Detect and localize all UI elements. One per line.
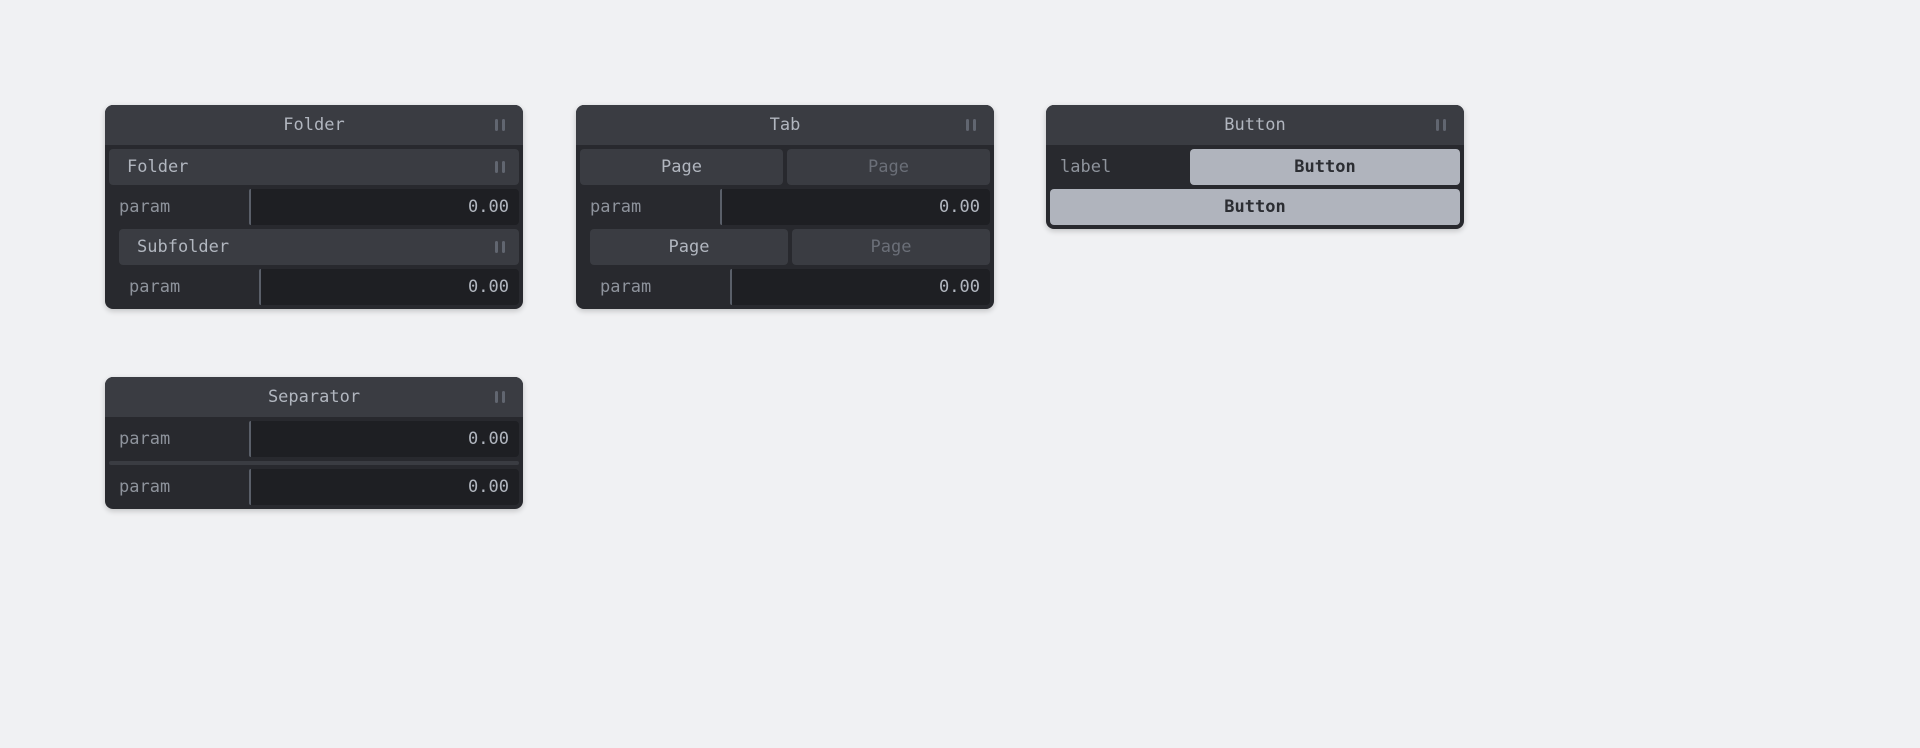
pane-folder-title: Folder (283, 115, 344, 135)
tab-row-2: Page Page (590, 229, 990, 265)
pane-button-title: Button (1224, 115, 1285, 135)
pane-tab: Tab Page Page param 0.00 Page Page param… (576, 105, 994, 309)
tab-label: Page (871, 237, 912, 257)
param-value-text: 0.00 (468, 477, 509, 497)
param-label: param (119, 269, 255, 305)
param-row: param 0.00 (109, 189, 519, 225)
subfolder-header-label: Subfolder (137, 237, 229, 257)
pane-separator-titlebar[interactable]: Separator (105, 377, 523, 417)
param-value-input[interactable]: 0.00 (730, 269, 990, 305)
tab-label: Page (669, 237, 710, 257)
param-value-input[interactable]: 0.00 (720, 189, 990, 225)
tab-page-active[interactable]: Page (580, 149, 783, 185)
param-value-text: 0.00 (468, 429, 509, 449)
pane-separator-title: Separator (268, 387, 360, 407)
param-label: param (109, 469, 245, 505)
param-value-input[interactable]: 0.00 (249, 189, 519, 225)
collapse-icon[interactable] (495, 119, 505, 131)
push-button[interactable]: Button (1190, 149, 1460, 185)
param-row: param 0.00 (580, 189, 990, 225)
param-value-text: 0.00 (939, 197, 980, 217)
tab-page-active[interactable]: Page (590, 229, 788, 265)
labeled-button-row: label Button (1050, 149, 1460, 185)
tab-row-1: Page Page (580, 149, 990, 185)
full-button-row: Button (1050, 189, 1460, 225)
pane-button-titlebar[interactable]: Button (1046, 105, 1464, 145)
param-value-text: 0.00 (468, 197, 509, 217)
param-value-input[interactable]: 0.00 (249, 469, 519, 505)
param-row: param 0.00 (590, 269, 990, 305)
pane-tab-title: Tab (770, 115, 801, 135)
param-value-text: 0.00 (468, 277, 509, 297)
param-row: param 0.00 (119, 269, 519, 305)
pane-button: Button label Button Button (1046, 105, 1464, 229)
param-label: param (109, 421, 245, 457)
tab-page-inactive[interactable]: Page (792, 229, 990, 265)
collapse-icon[interactable] (966, 119, 976, 131)
button-label: label (1050, 149, 1186, 185)
collapse-icon[interactable] (1436, 119, 1446, 131)
param-value-input[interactable]: 0.00 (249, 421, 519, 457)
tab-label: Page (661, 157, 702, 177)
collapse-icon[interactable] (495, 241, 505, 253)
param-value-input[interactable]: 0.00 (259, 269, 519, 305)
folder-header-level2[interactable]: Subfolder (119, 229, 519, 265)
push-button-text: Button (1294, 157, 1355, 177)
param-label: param (580, 189, 716, 225)
pane-folder: Folder Folder param 0.00 Subfolder param… (105, 105, 523, 309)
push-button-text: Button (1224, 197, 1285, 217)
param-row: param 0.00 (109, 469, 519, 505)
param-label: param (590, 269, 726, 305)
param-label: param (109, 189, 245, 225)
pane-folder-titlebar[interactable]: Folder (105, 105, 523, 145)
collapse-icon[interactable] (495, 391, 505, 403)
pane-separator: Separator param 0.00 param 0.00 (105, 377, 523, 509)
separator-divider (109, 461, 519, 465)
param-value-text: 0.00 (939, 277, 980, 297)
param-row: param 0.00 (109, 421, 519, 457)
tab-page-inactive[interactable]: Page (787, 149, 990, 185)
folder-header-level1[interactable]: Folder (109, 149, 519, 185)
push-button[interactable]: Button (1050, 189, 1460, 225)
tab-label: Page (868, 157, 909, 177)
pane-tab-titlebar[interactable]: Tab (576, 105, 994, 145)
folder-header-label: Folder (127, 157, 188, 177)
collapse-icon[interactable] (495, 161, 505, 173)
